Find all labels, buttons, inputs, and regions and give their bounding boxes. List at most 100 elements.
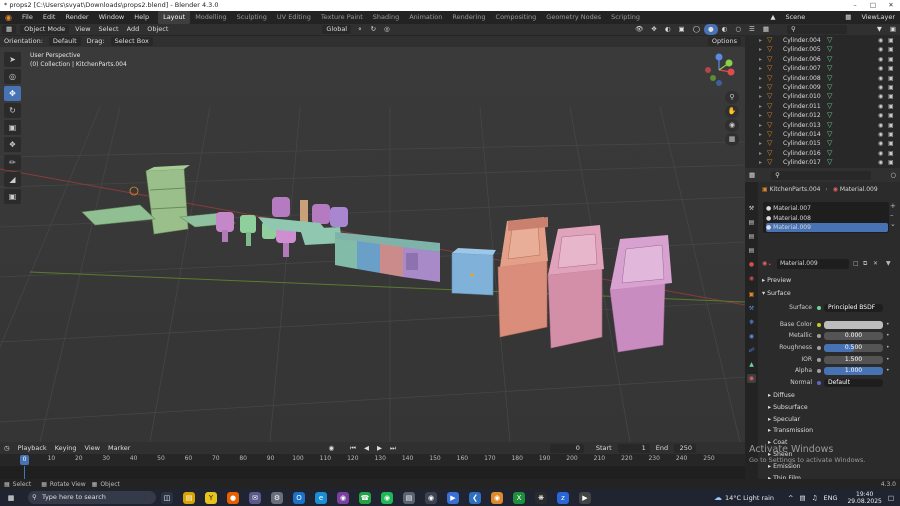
solid-shading-icon[interactable]: ●	[703, 24, 718, 35]
expand-arrow-icon[interactable]: ▸	[759, 149, 762, 158]
outliner-row[interactable]: ▸ ▽ Cylinder.010 ▽ ◉ ▣	[745, 92, 900, 101]
workspace-tab-animation[interactable]: Animation	[404, 11, 447, 24]
workspace-tab-modelling[interactable]: Modelling	[190, 11, 231, 24]
eye-visibility-icon[interactable]: ◉	[878, 55, 883, 64]
outliner[interactable]: ▸ ▽ Cylinder.004 ▽ ◉ ▣ ▸ ▽ Cylinder.005 ▽ ◉ ▣ ▸ ▽ Cyli…	[745, 35, 900, 168]
expand-arrow-icon[interactable]: ▸	[759, 36, 762, 45]
prev-key-icon[interactable]: ◀	[360, 443, 373, 454]
timeline-editor-icon[interactable]: ◷	[0, 443, 14, 454]
select-box-tool-icon[interactable]: ➤	[4, 52, 21, 67]
outliner-row[interactable]: ▸ ▽ Cylinder.015 ▽ ◉ ▣	[745, 139, 900, 148]
render-tab-icon[interactable]: ▤	[747, 218, 756, 227]
camera-render-icon[interactable]: ▣	[888, 111, 894, 120]
chatgpt-icon[interactable]: ❋	[535, 491, 547, 504]
firefox-icon[interactable]: ●	[227, 491, 239, 504]
constraints-tab-icon[interactable]: ☍	[747, 346, 756, 355]
jump-start-icon[interactable]: ⏮	[346, 443, 360, 454]
gizmo-toggle-icon[interactable]: ✥	[647, 24, 660, 35]
camera-icon[interactable]: ◉	[725, 119, 739, 132]
outliner-row[interactable]: ▸ ▽ Cylinder.011 ▽ ◉ ▣	[745, 102, 900, 111]
material-slot[interactable]: ● Material.009	[766, 223, 888, 232]
tray-chevron-icon[interactable]: ^	[774, 494, 793, 502]
camera-render-icon[interactable]: ▣	[888, 74, 894, 83]
outliner-row[interactable]: ▸ ▽ Cylinder.006 ▽ ◉ ▣	[745, 55, 900, 64]
wireframe-shading-icon[interactable]: ◯	[689, 24, 704, 35]
mail-icon[interactable]: ✉	[249, 491, 261, 504]
surface-shader-field[interactable]: Principled BSDF	[824, 303, 883, 312]
mode-select[interactable]: Object Mode	[20, 25, 70, 34]
perspective-grid-icon[interactable]: ▦	[725, 133, 739, 146]
app-icon[interactable]: ▶	[447, 491, 459, 504]
keying-menu[interactable]: Keying	[51, 443, 81, 454]
material-name-field[interactable]: Material.009	[777, 259, 849, 269]
language-indicator[interactable]: ENG	[817, 494, 837, 502]
workspace-tab-layout[interactable]: Layout	[158, 11, 191, 24]
outliner-row[interactable]: ▸ ▽ Cylinder.009 ▽ ◉ ▣	[745, 83, 900, 92]
workspace-tab-shading[interactable]: Shading	[368, 11, 404, 24]
pan-hand-icon[interactable]: ✋	[725, 105, 739, 118]
task-view-icon[interactable]: ◫	[161, 491, 173, 504]
proportional-edit-icon[interactable]: ◎	[380, 24, 394, 35]
eye-visibility-icon[interactable]: ◉	[878, 102, 883, 111]
expand-arrow-icon[interactable]: ▸	[759, 130, 762, 139]
remove-slot-icon[interactable]: –	[890, 211, 896, 220]
camera-render-icon[interactable]: ▣	[888, 149, 894, 158]
workspace-tab-geometry-nodes[interactable]: Geometry Nodes	[541, 11, 606, 24]
roughness-keyframe-icon[interactable]: •	[886, 342, 890, 353]
eye-visibility-icon[interactable]: ◉	[878, 74, 883, 83]
view-layer-name[interactable]: ViewLayer	[856, 11, 900, 24]
alpha-keyframe-icon[interactable]: •	[886, 365, 890, 376]
subpanel-diffuse[interactable]: ▸ Diffuse	[768, 390, 795, 401]
rotate-tool-icon[interactable]: ↻	[4, 103, 21, 118]
measure-tool-icon[interactable]: ◢	[4, 172, 21, 187]
outliner-editor-icon[interactable]: ☰	[745, 24, 759, 35]
output-tab-icon[interactable]: ▤	[747, 232, 756, 241]
preview-panel-header[interactable]: ▸ Preview	[762, 275, 791, 286]
subpanel-subsurface[interactable]: ▸ Subsurface	[768, 402, 808, 413]
unlink-material-icon[interactable]: ✕	[873, 259, 878, 269]
play-icon[interactable]: ▶	[373, 443, 386, 454]
blender-logo-icon[interactable]: ◉	[0, 11, 17, 24]
weather-text[interactable]: 14°C Light rain	[725, 494, 774, 502]
outliner-row[interactable]: ▸ ▽ Cylinder.016 ▽ ◉ ▣	[745, 149, 900, 158]
timeline-ruler[interactable]: 0 10 20 30 40 50 60 70 80 90 100 110 120 130 140 150 160…	[0, 454, 745, 466]
workspace-tab-texture-paint[interactable]: Texture Paint	[316, 11, 368, 24]
maximize-button[interactable]: □	[864, 0, 882, 11]
object-menu[interactable]: Object	[143, 24, 172, 35]
workspace-tab-rendering[interactable]: Rendering	[447, 11, 490, 24]
outliner-row[interactable]: ▸ ▽ Cylinder.008 ▽ ◉ ▣	[745, 74, 900, 83]
subpanel-thin-film[interactable]: ▸ Thin Film	[768, 473, 801, 479]
material-slot[interactable]: ● Material.007	[766, 204, 888, 213]
material-tab-icon[interactable]: ◉	[747, 374, 756, 383]
pin-icon[interactable]: ○	[886, 170, 900, 181]
surface-panel-header[interactable]: ▾ Surface	[762, 288, 791, 299]
annotate-tool-icon[interactable]: ✏	[4, 155, 21, 170]
network-icon[interactable]: ▤	[793, 494, 805, 502]
outliner-row[interactable]: ▸ ▽ Cylinder.007 ▽ ◉ ▣	[745, 64, 900, 73]
spotify-icon[interactable]: ◉	[381, 491, 393, 504]
video-editor-icon[interactable]: ▶	[579, 491, 591, 504]
orientation-select[interactable]: Default	[48, 37, 81, 46]
expand-arrow-icon[interactable]: ▸	[759, 92, 762, 101]
rendered-shading-icon[interactable]: ○	[731, 24, 745, 35]
storage-icon[interactable]: ▤	[403, 491, 415, 504]
expand-arrow-icon[interactable]: ▸	[759, 64, 762, 73]
expand-arrow-icon[interactable]: ▸	[759, 158, 762, 167]
physics-tab-icon[interactable]: ◉	[747, 332, 756, 341]
duplicate-material-icon[interactable]: ⧉	[863, 259, 867, 269]
add-menu[interactable]: Add	[123, 24, 144, 35]
weather-icon[interactable]: ☁	[714, 493, 725, 502]
cursor-tool-icon[interactable]: ◎	[4, 69, 21, 84]
scene-icon[interactable]: ▲	[765, 11, 780, 24]
world-tab-icon[interactable]: ◉	[747, 274, 756, 283]
clock[interactable]: 19:40 29.08.2025	[837, 491, 881, 505]
view-layer-icon[interactable]: ▦	[840, 11, 856, 24]
camera-render-icon[interactable]: ▣	[888, 130, 894, 139]
camera-render-icon[interactable]: ▣	[888, 36, 894, 45]
camera-render-icon[interactable]: ▣	[888, 92, 894, 101]
roughness-slider[interactable]: 0.500	[824, 343, 883, 352]
pivot-icon[interactable]: ⚬	[353, 24, 366, 35]
eye-visibility-icon[interactable]: ◉	[878, 83, 883, 92]
tool-tab-icon[interactable]: ⚒	[747, 204, 756, 213]
workspace-tab-sculpting[interactable]: Sculpting	[232, 11, 272, 24]
